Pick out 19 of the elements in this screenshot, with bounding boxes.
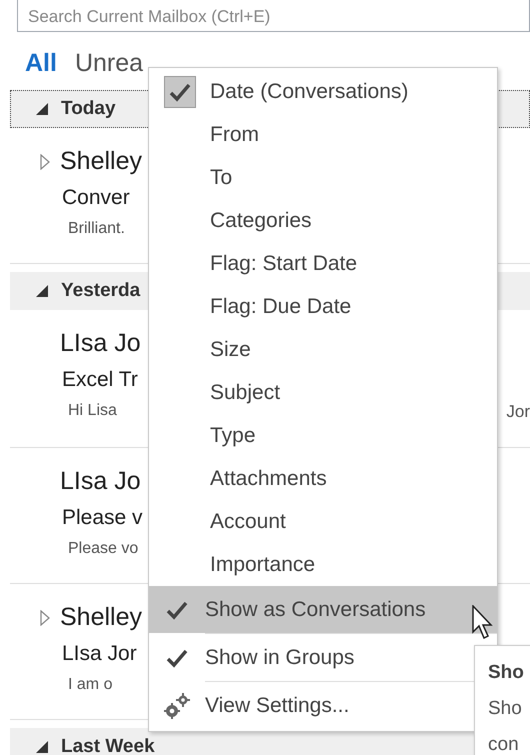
group-title: Today bbox=[61, 98, 116, 120]
group-title: Yesterda bbox=[61, 280, 140, 302]
mail-text: Jor bbox=[506, 402, 530, 422]
sender-name: Shelley bbox=[60, 603, 142, 632]
tooltip-text: Sho bbox=[488, 698, 523, 720]
mail-preview: I am o bbox=[68, 676, 112, 694]
group-title: Last Week bbox=[61, 736, 155, 755]
mail-subject: LIsa Jor bbox=[62, 642, 137, 666]
mail-subject: Please v bbox=[62, 506, 143, 530]
sender-name: LIsa Jo bbox=[60, 467, 141, 496]
sender-name: Shelley bbox=[60, 147, 142, 176]
mail-preview: Brilliant. bbox=[68, 220, 125, 238]
mail-subject: Conver bbox=[62, 186, 130, 210]
mail-preview: Hi Lisa bbox=[68, 402, 117, 421]
mail-subject: Excel Tr bbox=[62, 368, 138, 392]
sender-name: LIsa Jo bbox=[60, 329, 141, 358]
tooltip-text: con bbox=[488, 734, 520, 755]
tooltip-title: Sho bbox=[488, 662, 525, 684]
mail-preview: Please vo bbox=[68, 540, 138, 558]
